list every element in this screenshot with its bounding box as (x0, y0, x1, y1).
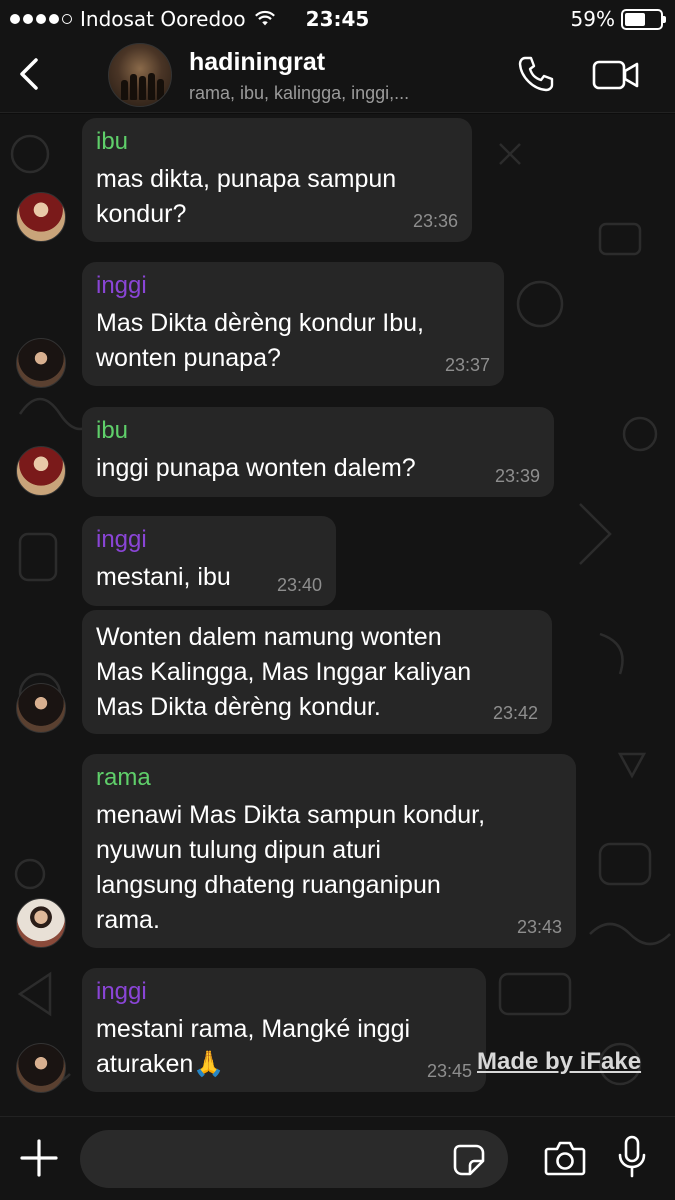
status-right: 59% (570, 7, 666, 31)
message-text: Wonten dalem namung wonten Mas Kalingga, … (96, 623, 472, 721)
back-chevron-icon[interactable] (14, 54, 44, 94)
sticker-icon[interactable] (452, 1143, 486, 1177)
message-time: 23:42 (492, 703, 538, 723)
plus-icon[interactable] (18, 1137, 60, 1179)
watermark-text: Made by iFake (477, 1048, 642, 1075)
sender-name: ibu (96, 128, 129, 155)
sender-avatar-inggi[interactable] (16, 683, 66, 733)
message-text: menawi Mas Dikta sampun kondur, nyuwun tu… (96, 801, 486, 934)
message-bubble[interactable]: inggi mestani, ibu 23:40 (82, 516, 336, 606)
message-text: Mas Dikta dèrèng kondur Ibu, wonten punap… (96, 309, 424, 372)
sender-name: inggi (96, 272, 147, 299)
message-bubble[interactable]: ibu mas dikta, punapa sampun kondur? 23:3… (82, 118, 472, 242)
chat-area[interactable]: ibu mas dikta, punapa sampun kondur? 23:3… (0, 114, 675, 1116)
message-bubble[interactable]: ibu inggi punapa wonten dalem? 23:39 (82, 407, 554, 497)
message-bubble[interactable]: Wonten dalem namung wonten Mas Kalingga, … (82, 610, 552, 734)
sender-avatar-inggi[interactable] (16, 338, 66, 388)
input-bar (0, 1116, 675, 1200)
phone-call-icon[interactable] (516, 54, 556, 94)
message-time: 23:36 (412, 211, 458, 231)
message-time: 23:37 (444, 355, 490, 375)
sender-name: rama (96, 764, 151, 791)
camera-icon[interactable] (544, 1139, 586, 1177)
message-text: mas dikta, punapa sampun kondur? (96, 165, 397, 228)
message-text: mestani rama, Mangké inggi aturaken🙏 (96, 1015, 411, 1078)
message-time: 23:39 (494, 466, 540, 486)
message-time: 23:45 (426, 1061, 472, 1081)
microphone-icon[interactable] (616, 1135, 648, 1179)
sender-name: ibu (96, 417, 129, 444)
chat-header: hadiningrat rama, ibu, kalingga, inggi,.… (0, 40, 675, 113)
message-text: inggi punapa wonten dalem? (96, 454, 416, 482)
sender-avatar-ibu[interactable] (16, 446, 66, 496)
group-title[interactable]: hadiningrat (189, 48, 325, 77)
group-members[interactable]: rama, ibu, kalingga, inggi,... (189, 83, 409, 104)
group-avatar[interactable] (108, 43, 172, 107)
message-time: 23:43 (516, 917, 562, 937)
message-bubble[interactable]: inggi Mas Dikta dèrèng kondur Ibu, wonten… (82, 262, 504, 386)
battery-percent: 59% (570, 7, 615, 31)
message-bubble[interactable]: inggi mestani rama, Mangké inggi aturaken… (82, 968, 486, 1092)
sender-avatar-ibu[interactable] (16, 192, 66, 242)
battery-icon (621, 8, 666, 30)
sender-name: inggi (96, 978, 147, 1005)
video-call-icon[interactable] (592, 58, 640, 92)
sender-avatar-inggi[interactable] (16, 1043, 66, 1093)
message-bubble[interactable]: rama menawi Mas Dikta sampun kondur, nyuw… (82, 754, 576, 948)
sender-avatar-rama[interactable] (16, 898, 66, 948)
status-bar: Indosat Ooredoo 23:45 59% (0, 0, 675, 40)
message-input[interactable] (80, 1130, 508, 1188)
message-time: 23:40 (276, 575, 322, 595)
sender-name: inggi (96, 526, 147, 553)
